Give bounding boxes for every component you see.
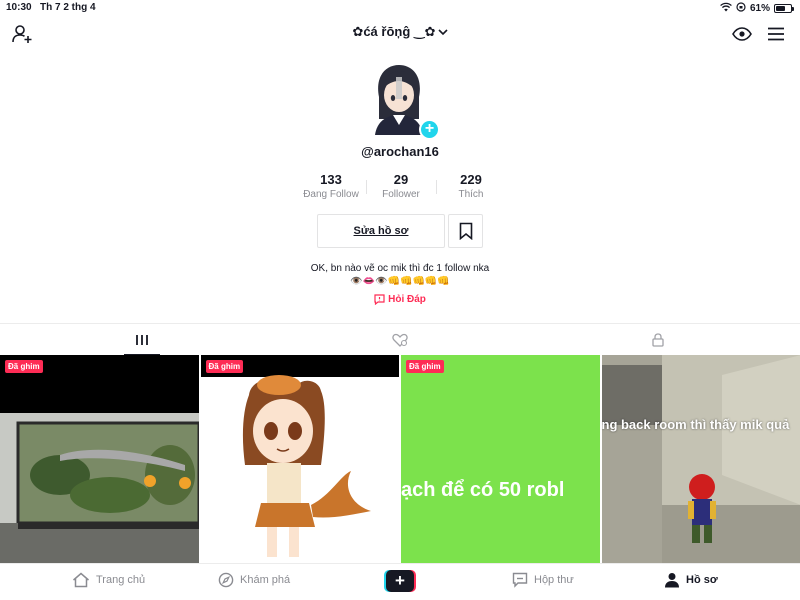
nav-explore[interactable]: Khám phá	[218, 572, 290, 588]
thumbnail-image	[0, 355, 199, 563]
plus-icon: +	[424, 120, 435, 137]
video-caption: ạch để có 50 robl	[401, 479, 565, 501]
add-avatar-button[interactable]: +	[419, 119, 440, 140]
lock-icon	[652, 333, 664, 347]
bio-emoji-line: 👁️👄👁️👊👊👊👊👊	[350, 276, 450, 287]
video-thumbnail[interactable]: ng back room thì thấy mik quả	[601, 355, 800, 563]
profile-handle: @arochan16	[361, 144, 439, 159]
pinned-badge: Đã ghim	[5, 360, 43, 373]
status-date: Th 7 2 thg 4	[40, 2, 96, 13]
profile-bio: OK, bn nào vẽ oc mik thì đc 1 follow nka…	[0, 262, 800, 288]
pinned-badge: Đã ghim	[406, 360, 444, 373]
chevron-down-icon	[437, 29, 448, 36]
status-indicators: 61%	[720, 2, 794, 15]
bottom-navigation: Trang chủ Khám phá + Hộp thư Hồ sơ	[0, 563, 800, 600]
inbox-icon	[512, 572, 528, 588]
battery-percent: 61%	[749, 3, 770, 14]
liked-heart-icon	[392, 333, 408, 347]
thumbnail-image	[601, 355, 800, 563]
profile-username: ✿ćá řōņĝ ‿✿	[352, 24, 436, 39]
video-caption: ng back room thì thấy mik quả	[601, 417, 790, 432]
profile-tabs	[0, 323, 800, 356]
stat-likes-count: 229	[460, 172, 482, 187]
question-bubble-icon	[374, 294, 385, 305]
favorites-button[interactable]	[448, 214, 483, 248]
stat-likes-label: Thích	[458, 189, 484, 200]
stat-following-count: 133	[320, 172, 342, 187]
status-time: 10:30	[6, 2, 32, 13]
nav-inbox-label: Hộp thư	[534, 574, 574, 586]
account-switcher[interactable]: ✿ćá řōņĝ ‿✿	[0, 24, 800, 40]
menu-button[interactable]	[764, 22, 788, 46]
home-icon	[73, 572, 89, 588]
video-thumbnail[interactable]: Đã ghim	[0, 355, 199, 563]
status-bar: 10:30 Th 7 2 thg 4 61%	[0, 0, 800, 16]
wifi-icon	[720, 2, 732, 15]
stat-followers-label: Follower	[382, 189, 420, 200]
create-video-button[interactable]: +	[384, 570, 416, 592]
stat-likes[interactable]: 229 Thích	[436, 172, 506, 204]
qa-link[interactable]: Hỏi Đáp	[0, 294, 800, 305]
nav-explore-label: Khám phá	[240, 574, 291, 586]
video-thumbnail[interactable]: Đã ghim	[200, 355, 399, 563]
qa-label: Hỏi Đáp	[388, 294, 426, 305]
compass-icon	[218, 572, 234, 588]
tab-private[interactable]	[626, 324, 690, 356]
stat-followers-count: 29	[393, 172, 409, 187]
profile-stats: 133 Đang Follow 29 Follower 229 Thích	[296, 172, 506, 204]
stat-followers[interactable]: 29 Follower	[366, 172, 436, 204]
plus-icon: +	[386, 570, 414, 592]
battery-icon	[774, 4, 794, 13]
eye-icon	[732, 27, 752, 41]
pinned-badge: Đã ghim	[205, 360, 244, 373]
nav-profile[interactable]: Hồ sơ	[664, 572, 718, 588]
nav-home[interactable]: Trang chủ	[72, 572, 145, 588]
profile-icon	[665, 573, 679, 588]
video-thumbnail[interactable]: Đã ghim ạch để có 50 robl	[401, 355, 600, 563]
stat-following[interactable]: 133 Đang Follow	[296, 172, 366, 204]
orientation-lock-icon	[736, 2, 746, 15]
tab-videos[interactable]	[110, 324, 174, 356]
profile-views-button[interactable]	[730, 22, 754, 46]
nav-home-label: Trang chủ	[96, 574, 146, 586]
grid-icon	[136, 335, 148, 345]
hamburger-menu-icon	[768, 27, 784, 41]
video-grid: Đã ghim Đã ghim Đã ghim ạch để có 50 rob…	[0, 355, 800, 563]
tab-liked[interactable]	[368, 324, 432, 356]
bookmark-icon	[459, 222, 472, 240]
edit-profile-button[interactable]: Sửa hồ sơ	[317, 214, 445, 248]
thumbnail-image	[200, 355, 399, 557]
bio-line: OK, bn nào vẽ oc mik thì đc 1 follow nka	[310, 263, 490, 274]
stat-following-label: Đang Follow	[303, 189, 359, 200]
nav-inbox[interactable]: Hộp thư	[512, 572, 574, 588]
top-bar: ✿ćá řōņĝ ‿✿	[0, 18, 800, 48]
nav-profile-label: Hồ sơ	[686, 574, 718, 586]
